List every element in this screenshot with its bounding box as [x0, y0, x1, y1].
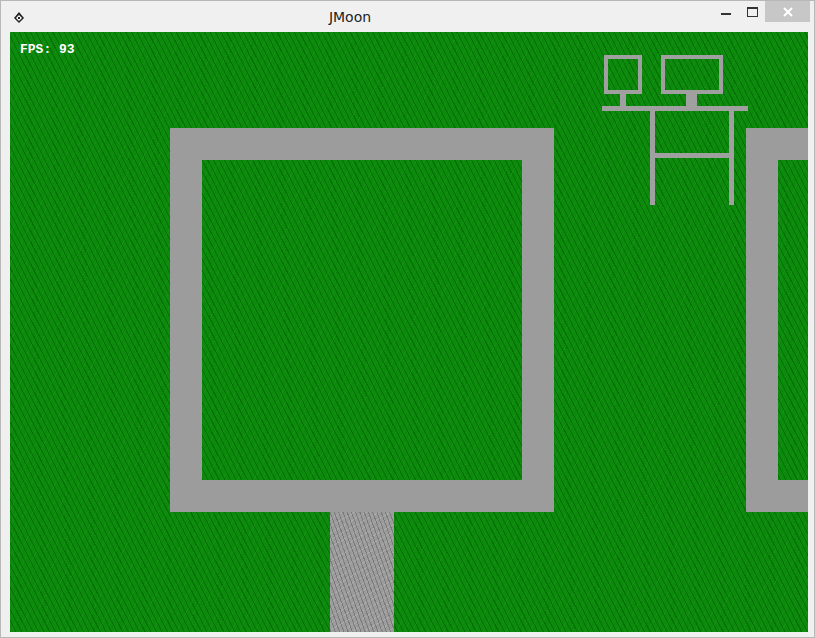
- game-canvas[interactable]: FPS: 93: [10, 32, 808, 632]
- path-square: [746, 128, 808, 512]
- path-square: [170, 128, 554, 512]
- maximize-icon: [747, 7, 758, 17]
- game-window: JMoon FPS: 93: [0, 0, 815, 638]
- fps-counter: FPS: 93: [20, 42, 75, 58]
- path-stem: [330, 512, 394, 632]
- minimize-button[interactable]: [713, 1, 739, 22]
- close-button[interactable]: [765, 1, 810, 22]
- minimize-icon: [721, 7, 731, 17]
- window-title: JMoon: [27, 9, 713, 25]
- java-icon: [11, 9, 27, 25]
- close-icon: [783, 7, 793, 17]
- maximize-button[interactable]: [739, 1, 765, 22]
- title-bar: JMoon: [1, 1, 814, 32]
- desk-icon: [600, 54, 750, 209]
